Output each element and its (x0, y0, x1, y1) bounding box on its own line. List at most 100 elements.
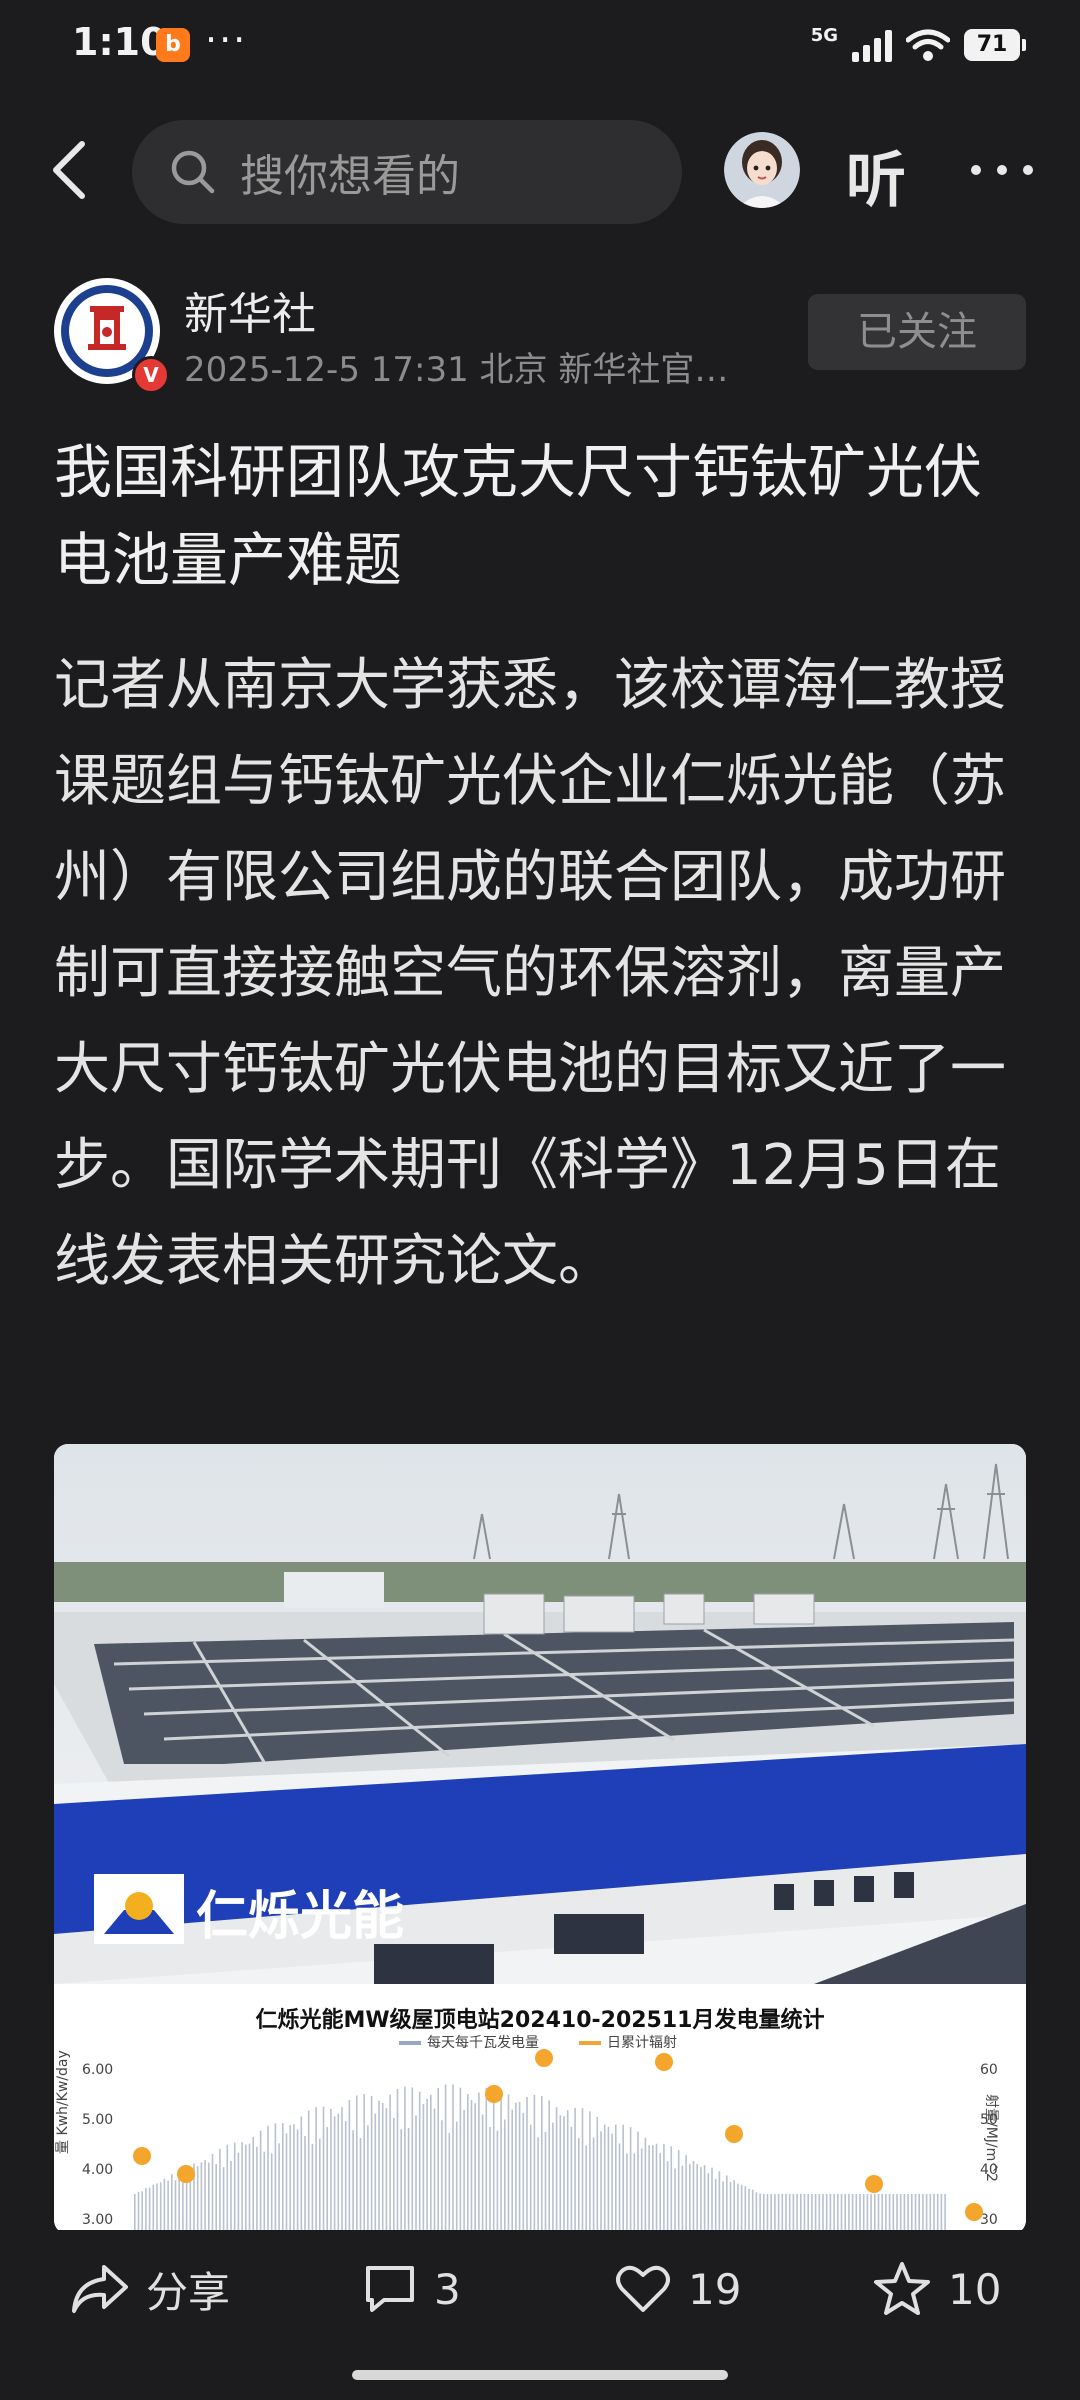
article-image[interactable]: 仁烁光能 仁烁光能MW级屋顶电站202410-202511月发电量统计 每天每千… (54, 1444, 1026, 2234)
battery-icon: 71 (964, 29, 1026, 61)
follow-button[interactable]: 已关注 (808, 294, 1026, 370)
more-options-button[interactable] (964, 140, 1044, 200)
chart-bar (700, 2167, 702, 2234)
chart-bar (592, 2137, 595, 2234)
chart-bar (504, 2119, 506, 2234)
search-input[interactable]: 搜你想看的 (132, 120, 682, 224)
search-icon (171, 150, 215, 194)
chart-bar (589, 2111, 591, 2234)
chart-bar (215, 2164, 217, 2234)
chart-bar (940, 2194, 943, 2234)
chart-bar (803, 2194, 806, 2234)
chart-bar (726, 2175, 728, 2234)
chart-bar (433, 2108, 436, 2234)
chart-bar (167, 2180, 169, 2234)
search-placeholder: 搜你想看的 (240, 151, 460, 202)
chart-bar (407, 2128, 410, 2234)
chart-bar (426, 2098, 428, 2234)
chart-bar (145, 2188, 147, 2234)
chart-bar (911, 2194, 913, 2234)
chart-bar (681, 2165, 684, 2234)
chart-bar (404, 2086, 406, 2234)
chart-bar (459, 2087, 462, 2234)
chart-bar (663, 2144, 665, 2234)
chart-bar (574, 2107, 576, 2234)
like-count: 19 (688, 2264, 742, 2314)
chart-bar (748, 2188, 750, 2234)
chart-bar (233, 2142, 236, 2234)
chart-bar (566, 2110, 569, 2234)
chart-bar (341, 2107, 343, 2234)
chart-bar (385, 2108, 388, 2234)
chart-bar (481, 2114, 484, 2234)
chart-bar (359, 2137, 362, 2234)
listen-button[interactable]: 听 (846, 132, 906, 219)
chart-bar (637, 2131, 639, 2234)
sun-icon (865, 2175, 883, 2193)
chart-bar (659, 2153, 661, 2234)
chart-bar (267, 2125, 269, 2234)
home-indicator[interactable] (352, 2370, 728, 2380)
favorite-button[interactable]: 10 (872, 2254, 1001, 2324)
chart-bar (903, 2194, 906, 2234)
chart-bar (282, 2123, 284, 2234)
chart-bar (751, 2189, 754, 2234)
chart-bar (529, 2124, 532, 2234)
chart-bar (622, 2124, 624, 2234)
chart-bar (422, 2104, 425, 2234)
comment-button[interactable]: 3 (362, 2254, 461, 2324)
chart-bar (467, 2094, 469, 2234)
chart-bar (685, 2155, 687, 2234)
chart-bar (781, 2194, 784, 2234)
chart-bar (204, 2159, 206, 2234)
sun-icon (725, 2125, 743, 2143)
assistant-avatar[interactable] (724, 132, 800, 208)
chart-bar (452, 2084, 454, 2234)
chart-bar (929, 2194, 932, 2234)
chart-bar (474, 2103, 476, 2234)
chart-bar (766, 2194, 769, 2234)
chart-bar (674, 2168, 676, 2234)
like-button[interactable]: 19 (614, 2254, 741, 2324)
chart-bar (840, 2194, 843, 2234)
chart-bar (822, 2194, 824, 2234)
chart-bar (311, 2143, 314, 2234)
chart-bar (874, 2194, 876, 2234)
star-icon (874, 2262, 930, 2315)
chart-bar (307, 2110, 310, 2234)
chart-bar (296, 2129, 299, 2234)
chart-bar (352, 2130, 354, 2234)
back-button[interactable] (36, 130, 106, 210)
chart-bar (411, 2087, 414, 2234)
chart-bar (463, 2109, 465, 2234)
avatar-illustration (724, 132, 800, 208)
chart-bar (652, 2145, 654, 2234)
chart-bar (596, 2116, 599, 2234)
author-row: V 新华社 2025-12-5 17:31 北京 新华社官… 已关注 (0, 270, 1080, 394)
chart-bar (914, 2194, 917, 2234)
chart-bar (633, 2153, 636, 2234)
chart-bar (237, 2152, 240, 2234)
chart-bar (718, 2171, 721, 2234)
share-button[interactable]: 分享 (70, 2254, 230, 2324)
chart-bar (670, 2146, 673, 2234)
chart-bar (389, 2094, 391, 2234)
chart-bar (933, 2194, 935, 2234)
chart-bar (259, 2130, 262, 2234)
chart-bar (437, 2088, 439, 2234)
chart-bar (777, 2194, 780, 2234)
sun-icon (133, 2147, 151, 2165)
signal-icon (852, 28, 892, 62)
chart-bar (737, 2183, 739, 2234)
author-name[interactable]: 新华社 (184, 278, 316, 342)
chart-bar (851, 2194, 854, 2234)
chart-bar (640, 2148, 643, 2234)
chart-bar (363, 2094, 365, 2234)
chart-bar (289, 2125, 291, 2234)
chart-bar (862, 2194, 865, 2234)
post-meta: 2025-12-5 17:31 北京 新华社官… (184, 350, 729, 390)
chart-bar (585, 2145, 587, 2234)
chart-bar (541, 2096, 543, 2234)
company-logo-icon (94, 1874, 184, 1944)
chart-bar (800, 2194, 802, 2234)
